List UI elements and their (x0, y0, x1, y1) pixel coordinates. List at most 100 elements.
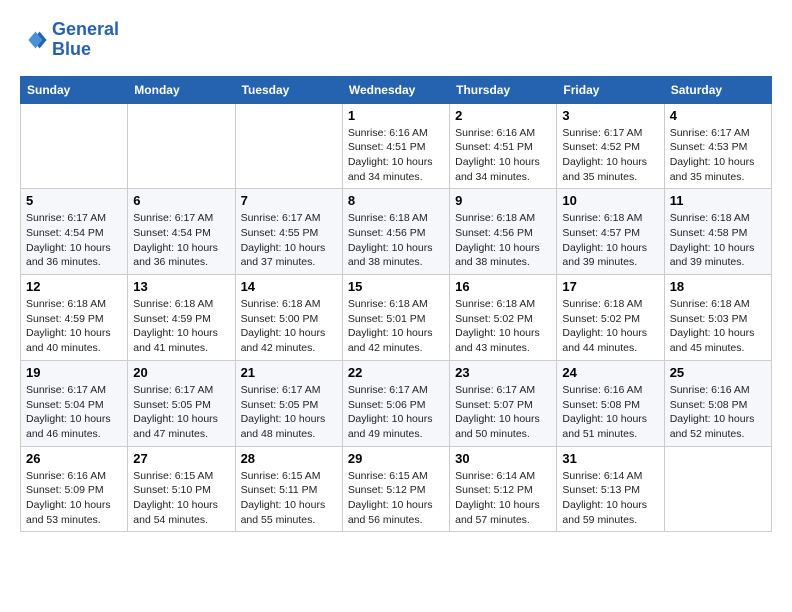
day-number: 9 (455, 193, 551, 208)
header-row: SundayMondayTuesdayWednesdayThursdayFrid… (21, 76, 772, 103)
day-info: Sunrise: 6:18 AM Sunset: 5:03 PM Dayligh… (670, 297, 766, 356)
day-number: 14 (241, 279, 337, 294)
calendar-cell: 25 Sunrise: 6:16 AM Sunset: 5:08 PM Dayli… (664, 360, 771, 446)
week-row-1: 1 Sunrise: 6:16 AM Sunset: 4:51 PM Daylig… (21, 103, 772, 189)
day-info: Sunrise: 6:16 AM Sunset: 4:51 PM Dayligh… (455, 126, 551, 185)
calendar-cell: 15Sunrise: 6:18 AM Sunset: 5:01 PM Dayli… (342, 275, 449, 361)
calendar-cell: 28Sunrise: 6:15 AM Sunset: 5:11 PM Dayli… (235, 446, 342, 532)
calendar-cell: 12 Sunrise: 6:18 AM Sunset: 4:59 PM Dayli… (21, 275, 128, 361)
day-number: 2 (455, 108, 551, 123)
day-info: Sunrise: 6:15 AM Sunset: 5:11 PM Dayligh… (241, 469, 337, 528)
day-number: 23 (455, 365, 551, 380)
calendar-cell: 19 Sunrise: 6:17 AM Sunset: 5:04 PM Dayli… (21, 360, 128, 446)
calendar-cell: 8Sunrise: 6:18 AM Sunset: 4:56 PM Daylig… (342, 189, 449, 275)
day-number: 22 (348, 365, 444, 380)
day-info: Sunrise: 6:15 AM Sunset: 5:12 PM Dayligh… (348, 469, 444, 528)
calendar-cell: 26Sunrise: 6:16 AM Sunset: 5:09 PM Dayli… (21, 446, 128, 532)
day-number: 6 (133, 193, 229, 208)
calendar-cell: 24Sunrise: 6:16 AM Sunset: 5:08 PM Dayli… (557, 360, 664, 446)
day-number: 7 (241, 193, 337, 208)
calendar-cell: 6 Sunrise: 6:17 AM Sunset: 4:54 PM Daylig… (128, 189, 235, 275)
day-info: Sunrise: 6:17 AM Sunset: 5:06 PM Dayligh… (348, 383, 444, 442)
day-info: Sunrise: 6:18 AM Sunset: 4:57 PM Dayligh… (562, 211, 658, 270)
calendar-cell: 14 Sunrise: 6:18 AM Sunset: 5:00 PM Dayli… (235, 275, 342, 361)
calendar-cell: 2 Sunrise: 6:16 AM Sunset: 4:51 PM Daylig… (450, 103, 557, 189)
day-number: 13 (133, 279, 229, 294)
weekday-header-wednesday: Wednesday (342, 76, 449, 103)
day-info: Sunrise: 6:18 AM Sunset: 4:59 PM Dayligh… (26, 297, 122, 356)
day-info: Sunrise: 6:16 AM Sunset: 5:08 PM Dayligh… (562, 383, 658, 442)
logo-icon (20, 26, 48, 54)
calendar-cell (128, 103, 235, 189)
day-info: Sunrise: 6:16 AM Sunset: 5:08 PM Dayligh… (670, 383, 766, 442)
day-info: Sunrise: 6:17 AM Sunset: 4:54 PM Dayligh… (133, 211, 229, 270)
day-info: Sunrise: 6:17 AM Sunset: 5:04 PM Dayligh… (26, 383, 122, 442)
day-number: 3 (562, 108, 658, 123)
calendar-cell: 1 Sunrise: 6:16 AM Sunset: 4:51 PM Daylig… (342, 103, 449, 189)
calendar-cell: 17 Sunrise: 6:18 AM Sunset: 5:02 PM Dayli… (557, 275, 664, 361)
day-number: 25 (670, 365, 766, 380)
day-number: 1 (348, 108, 444, 123)
calendar-cell: 5 Sunrise: 6:17 AM Sunset: 4:54 PM Daylig… (21, 189, 128, 275)
day-info: Sunrise: 6:17 AM Sunset: 4:53 PM Dayligh… (670, 126, 766, 185)
day-info: Sunrise: 6:16 AM Sunset: 4:51 PM Dayligh… (348, 126, 444, 185)
day-number: 5 (26, 193, 122, 208)
calendar-cell: 21Sunrise: 6:17 AM Sunset: 5:05 PM Dayli… (235, 360, 342, 446)
weekday-header-sunday: Sunday (21, 76, 128, 103)
day-number: 16 (455, 279, 551, 294)
day-number: 11 (670, 193, 766, 208)
weekday-header-tuesday: Tuesday (235, 76, 342, 103)
weekday-header-thursday: Thursday (450, 76, 557, 103)
day-number: 12 (26, 279, 122, 294)
day-info: Sunrise: 6:15 AM Sunset: 5:10 PM Dayligh… (133, 469, 229, 528)
calendar-cell: 4 Sunrise: 6:17 AM Sunset: 4:53 PM Daylig… (664, 103, 771, 189)
day-number: 27 (133, 451, 229, 466)
day-number: 18 (670, 279, 766, 294)
weekday-header-monday: Monday (128, 76, 235, 103)
day-number: 15 (348, 279, 444, 294)
week-row-5: 26Sunrise: 6:16 AM Sunset: 5:09 PM Dayli… (21, 446, 772, 532)
calendar-cell: 9 Sunrise: 6:18 AM Sunset: 4:56 PM Daylig… (450, 189, 557, 275)
day-info: Sunrise: 6:14 AM Sunset: 5:12 PM Dayligh… (455, 469, 551, 528)
calendar-cell: 22 Sunrise: 6:17 AM Sunset: 5:06 PM Dayli… (342, 360, 449, 446)
calendar-cell: 20 Sunrise: 6:17 AM Sunset: 5:05 PM Dayli… (128, 360, 235, 446)
calendar-cell: 30 Sunrise: 6:14 AM Sunset: 5:12 PM Dayli… (450, 446, 557, 532)
day-number: 20 (133, 365, 229, 380)
calendar-cell (21, 103, 128, 189)
day-number: 31 (562, 451, 658, 466)
day-info: Sunrise: 6:17 AM Sunset: 5:05 PM Dayligh… (241, 383, 337, 442)
day-number: 17 (562, 279, 658, 294)
day-info: Sunrise: 6:17 AM Sunset: 5:05 PM Dayligh… (133, 383, 229, 442)
day-info: Sunrise: 6:18 AM Sunset: 4:56 PM Dayligh… (348, 211, 444, 270)
logo: General Blue (20, 20, 119, 60)
calendar-cell: 10Sunrise: 6:18 AM Sunset: 4:57 PM Dayli… (557, 189, 664, 275)
day-info: Sunrise: 6:18 AM Sunset: 5:00 PM Dayligh… (241, 297, 337, 356)
day-info: Sunrise: 6:14 AM Sunset: 5:13 PM Dayligh… (562, 469, 658, 528)
calendar-cell: 13Sunrise: 6:18 AM Sunset: 4:59 PM Dayli… (128, 275, 235, 361)
day-info: Sunrise: 6:17 AM Sunset: 4:54 PM Dayligh… (26, 211, 122, 270)
calendar-cell: 31 Sunrise: 6:14 AM Sunset: 5:13 PM Dayli… (557, 446, 664, 532)
day-info: Sunrise: 6:18 AM Sunset: 5:02 PM Dayligh… (562, 297, 658, 356)
calendar-cell: 29 Sunrise: 6:15 AM Sunset: 5:12 PM Dayli… (342, 446, 449, 532)
day-info: Sunrise: 6:18 AM Sunset: 4:56 PM Dayligh… (455, 211, 551, 270)
day-info: Sunrise: 6:18 AM Sunset: 5:02 PM Dayligh… (455, 297, 551, 356)
day-number: 4 (670, 108, 766, 123)
day-info: Sunrise: 6:17 AM Sunset: 4:52 PM Dayligh… (562, 126, 658, 185)
calendar-cell: 16 Sunrise: 6:18 AM Sunset: 5:02 PM Dayli… (450, 275, 557, 361)
day-info: Sunrise: 6:17 AM Sunset: 4:55 PM Dayligh… (241, 211, 337, 270)
day-number: 29 (348, 451, 444, 466)
calendar-cell: 7 Sunrise: 6:17 AM Sunset: 4:55 PM Daylig… (235, 189, 342, 275)
week-row-3: 12 Sunrise: 6:18 AM Sunset: 4:59 PM Dayli… (21, 275, 772, 361)
day-info: Sunrise: 6:16 AM Sunset: 5:09 PM Dayligh… (26, 469, 122, 528)
logo-text: General Blue (52, 20, 119, 60)
calendar-cell: 18 Sunrise: 6:18 AM Sunset: 5:03 PM Dayli… (664, 275, 771, 361)
page-header: General Blue (20, 20, 772, 60)
day-info: Sunrise: 6:18 AM Sunset: 4:58 PM Dayligh… (670, 211, 766, 270)
weekday-header-friday: Friday (557, 76, 664, 103)
day-number: 19 (26, 365, 122, 380)
calendar-cell: 11 Sunrise: 6:18 AM Sunset: 4:58 PM Dayli… (664, 189, 771, 275)
day-number: 30 (455, 451, 551, 466)
calendar-cell: 3 Sunrise: 6:17 AM Sunset: 4:52 PM Daylig… (557, 103, 664, 189)
week-row-4: 19 Sunrise: 6:17 AM Sunset: 5:04 PM Dayli… (21, 360, 772, 446)
calendar-cell: 27 Sunrise: 6:15 AM Sunset: 5:10 PM Dayli… (128, 446, 235, 532)
